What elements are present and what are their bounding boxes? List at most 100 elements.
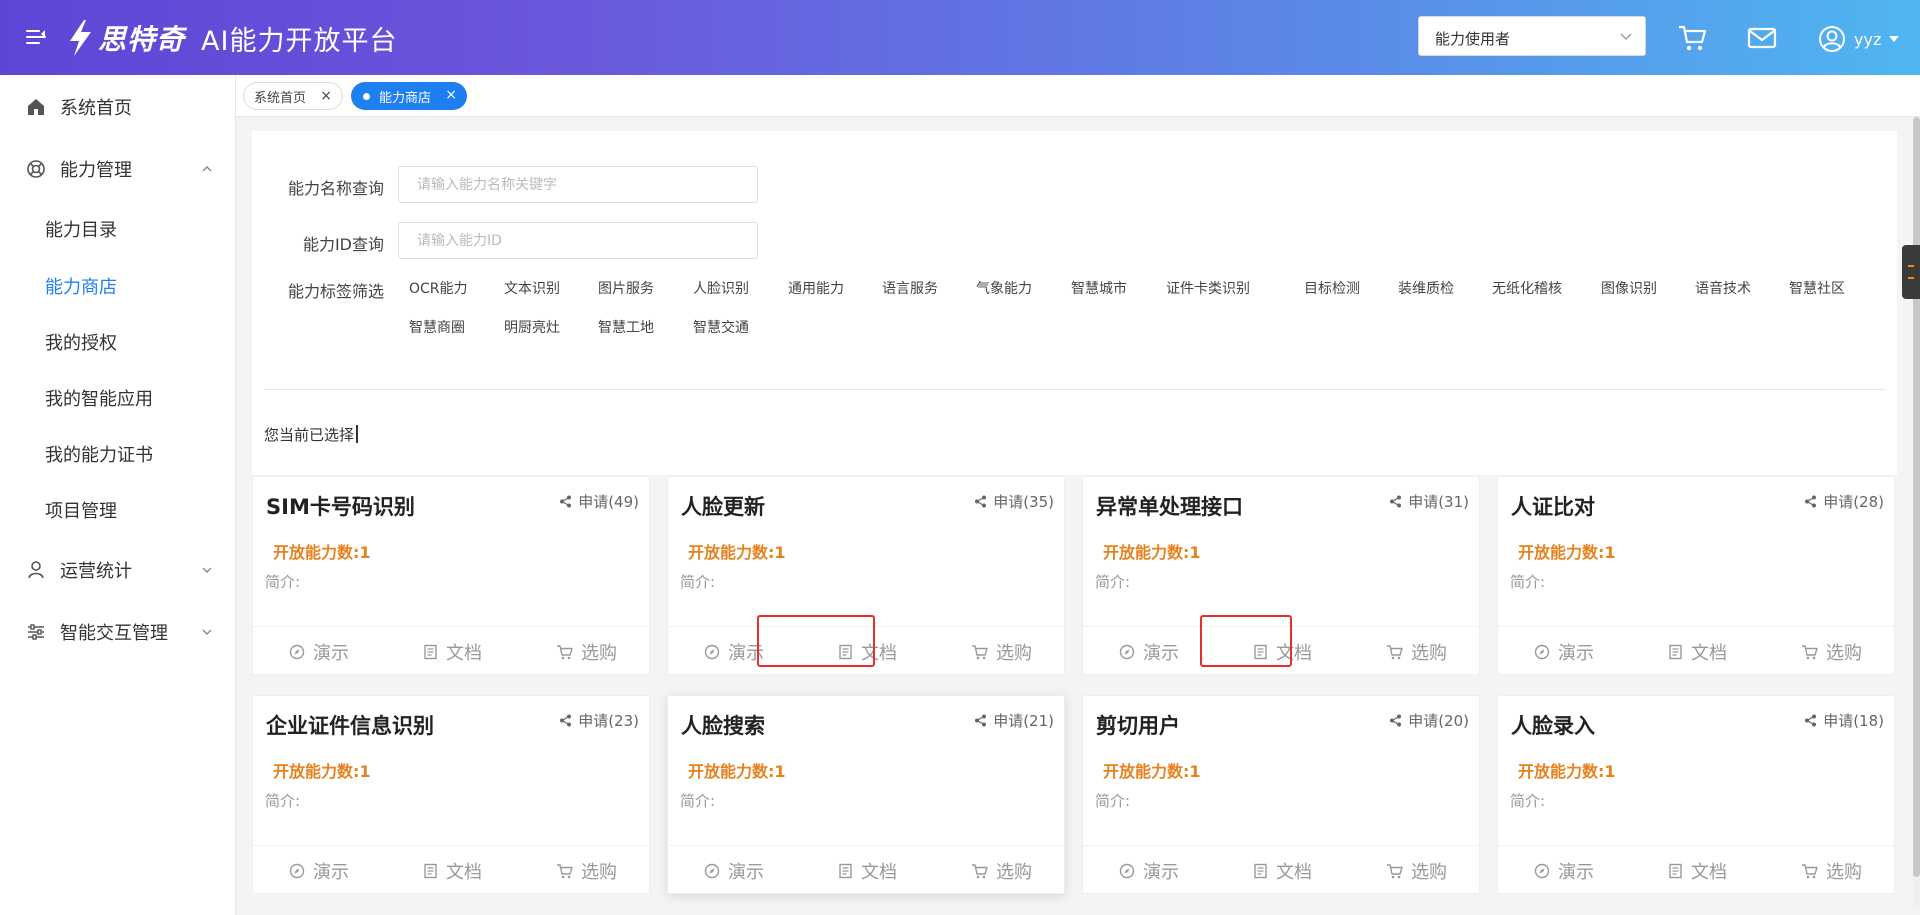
tag-option[interactable]: 明厨亮灶 (504, 317, 560, 337)
capability-card[interactable]: 异常单处理接口 申请(31) 开放能力数:1 简介: 演示 文档 选购 (1082, 476, 1480, 675)
docs-button[interactable]: 文档 (1668, 858, 1727, 884)
card-actions: 演示 文档 选购 (668, 845, 1064, 893)
card-title[interactable]: 异常单处理接口 (1096, 491, 1243, 521)
tag-option[interactable]: 智慧工地 (598, 317, 654, 337)
apply-count[interactable]: 申请(28) (1804, 491, 1884, 512)
apply-count[interactable]: 申请(31) (1389, 491, 1469, 512)
card-title[interactable]: 人脸搜索 (681, 710, 765, 740)
tag-option[interactable]: 通用能力 (788, 278, 844, 298)
cart-icon (972, 645, 988, 660)
sidebar-item-my-certs[interactable]: 我的能力证书 (0, 434, 236, 474)
apply-count[interactable]: 申请(23) (559, 710, 639, 731)
docs-button[interactable]: 文档 (1668, 639, 1727, 665)
floating-tool-widget[interactable] (1902, 245, 1920, 299)
apply-count[interactable]: 申请(35) (974, 491, 1054, 512)
capability-card[interactable]: 剪切用户 申请(20) 开放能力数:1 简介: 演示 文档 选购 (1082, 695, 1480, 894)
scrollbar-thumb[interactable] (1913, 117, 1920, 877)
card-title[interactable]: SIM卡号码识别 (266, 491, 415, 521)
demo-button[interactable]: 演示 (289, 858, 349, 884)
tag-option[interactable]: 图片服务 (598, 278, 654, 298)
sidebar-item-catalog[interactable]: 能力目录 (0, 209, 236, 249)
tag-option[interactable]: 装维质检 (1398, 278, 1454, 298)
capability-card[interactable]: SIM卡号码识别 申请(49) 开放能力数:1 简介: 演示 文档 选购 (252, 476, 650, 675)
tab-home[interactable]: 系统首页 × (243, 82, 343, 110)
buy-button[interactable]: 选购 (1386, 639, 1447, 665)
card-title[interactable]: 人脸更新 (681, 491, 765, 521)
buy-button[interactable]: 选购 (1386, 858, 1447, 884)
sidebar-item-ops-stats[interactable]: 运营统计 (0, 550, 236, 590)
capability-card[interactable]: 人脸搜索 申请(21) 开放能力数:1 简介: 演示 文档 选购 (667, 695, 1065, 894)
tag-option[interactable]: 智慧社区 (1789, 278, 1845, 298)
capability-card[interactable]: 人证比对 申请(28) 开放能力数:1 简介: 演示 文档 选购 (1497, 476, 1895, 675)
sidebar-item-interaction[interactable]: 智能交互管理 (0, 612, 236, 652)
docs-button[interactable]: 文档 (423, 639, 482, 665)
demo-button[interactable]: 演示 (1119, 858, 1179, 884)
tag-option[interactable]: 文本识别 (504, 278, 560, 298)
buy-button[interactable]: 选购 (971, 858, 1032, 884)
apply-count[interactable]: 申请(49) (559, 491, 639, 512)
tag-option[interactable]: 目标检测 (1304, 278, 1360, 298)
docs-button[interactable]: 文档 (423, 858, 482, 884)
tag-option[interactable]: 无纸化稽核 (1492, 278, 1562, 298)
card-title[interactable]: 剪切用户 (1096, 710, 1180, 740)
id-search-input[interactable] (399, 223, 757, 258)
card-title[interactable]: 人脸录入 (1511, 710, 1595, 740)
tag-option[interactable]: 语言服务 (882, 278, 938, 298)
buy-button[interactable]: 选购 (556, 858, 617, 884)
capability-card[interactable]: 人脸录入 申请(18) 开放能力数:1 简介: 演示 文档 选购 (1497, 695, 1895, 894)
cart-icon[interactable] (1677, 24, 1707, 52)
demo-button[interactable]: 演示 (289, 639, 349, 665)
name-search-field[interactable] (398, 166, 758, 203)
capability-card[interactable]: 人脸更新 申请(35) 开放能力数:1 简介: 演示 文档 选购 (667, 476, 1065, 675)
tag-option[interactable]: 智慧交通 (693, 317, 749, 337)
apply-count-label: 申请(20) (1408, 712, 1469, 730)
share-icon (1390, 495, 1402, 508)
docs-button[interactable]: 文档 (1253, 639, 1312, 665)
tab-store[interactable]: 能力商店 × (351, 82, 467, 110)
sidebar-item-my-auth[interactable]: 我的授权 (0, 322, 236, 362)
demo-button[interactable]: 演示 (1119, 639, 1179, 665)
docs-button[interactable]: 文档 (838, 639, 897, 665)
demo-button[interactable]: 演示 (704, 858, 764, 884)
demo-label: 演示 (728, 643, 764, 664)
apply-count[interactable]: 申请(20) (1389, 710, 1469, 731)
sidebar-item-store[interactable]: 能力商店 (0, 266, 236, 306)
id-search-field[interactable] (398, 222, 758, 259)
mail-icon[interactable] (1747, 24, 1777, 52)
apply-count[interactable]: 申请(21) (974, 710, 1054, 731)
close-icon[interactable]: × (320, 89, 332, 103)
tag-option[interactable]: 智慧城市 (1071, 278, 1127, 298)
close-icon[interactable]: × (445, 88, 457, 102)
tag-option[interactable]: OCR能力 (409, 278, 468, 298)
sidebar-item-projects[interactable]: 项目管理 (0, 490, 236, 530)
demo-button[interactable]: 演示 (1534, 639, 1594, 665)
document-icon (839, 644, 852, 660)
tag-option[interactable]: 语音技术 (1695, 278, 1751, 298)
compass-icon (289, 644, 305, 660)
demo-button[interactable]: 演示 (704, 639, 764, 665)
role-select[interactable]: 能力使用者 (1418, 16, 1646, 56)
tag-option[interactable]: 证件卡类识别 (1166, 278, 1250, 298)
card-title[interactable]: 企业证件信息识别 (266, 710, 434, 740)
name-search-input[interactable] (399, 167, 757, 202)
apply-count[interactable]: 申请(18) (1804, 710, 1884, 731)
card-title[interactable]: 人证比对 (1511, 491, 1595, 521)
sidebar-item-my-apps[interactable]: 我的智能应用 (0, 378, 236, 418)
docs-button[interactable]: 文档 (1253, 858, 1312, 884)
tag-option[interactable]: 图像识别 (1601, 278, 1657, 298)
vertical-scrollbar[interactable] (1913, 117, 1920, 907)
capability-card[interactable]: 企业证件信息识别 申请(23) 开放能力数:1 简介: 演示 文档 选购 (252, 695, 650, 894)
sidebar-item-home[interactable]: 系统首页 (0, 87, 236, 127)
tag-option[interactable]: 人脸识别 (693, 278, 749, 298)
buy-button[interactable]: 选购 (556, 639, 617, 665)
demo-button[interactable]: 演示 (1534, 858, 1594, 884)
tag-option[interactable]: 智慧商圈 (409, 317, 465, 337)
buy-button[interactable]: 选购 (971, 639, 1032, 665)
buy-button[interactable]: 选购 (1801, 639, 1862, 665)
buy-button[interactable]: 选购 (1801, 858, 1862, 884)
sidebar-item-capability[interactable]: 能力管理 (0, 149, 236, 189)
docs-button[interactable]: 文档 (838, 858, 897, 884)
menu-toggle-icon[interactable] (26, 29, 46, 45)
user-menu[interactable]: yyz (1818, 24, 1900, 54)
tag-option[interactable]: 气象能力 (976, 278, 1032, 298)
